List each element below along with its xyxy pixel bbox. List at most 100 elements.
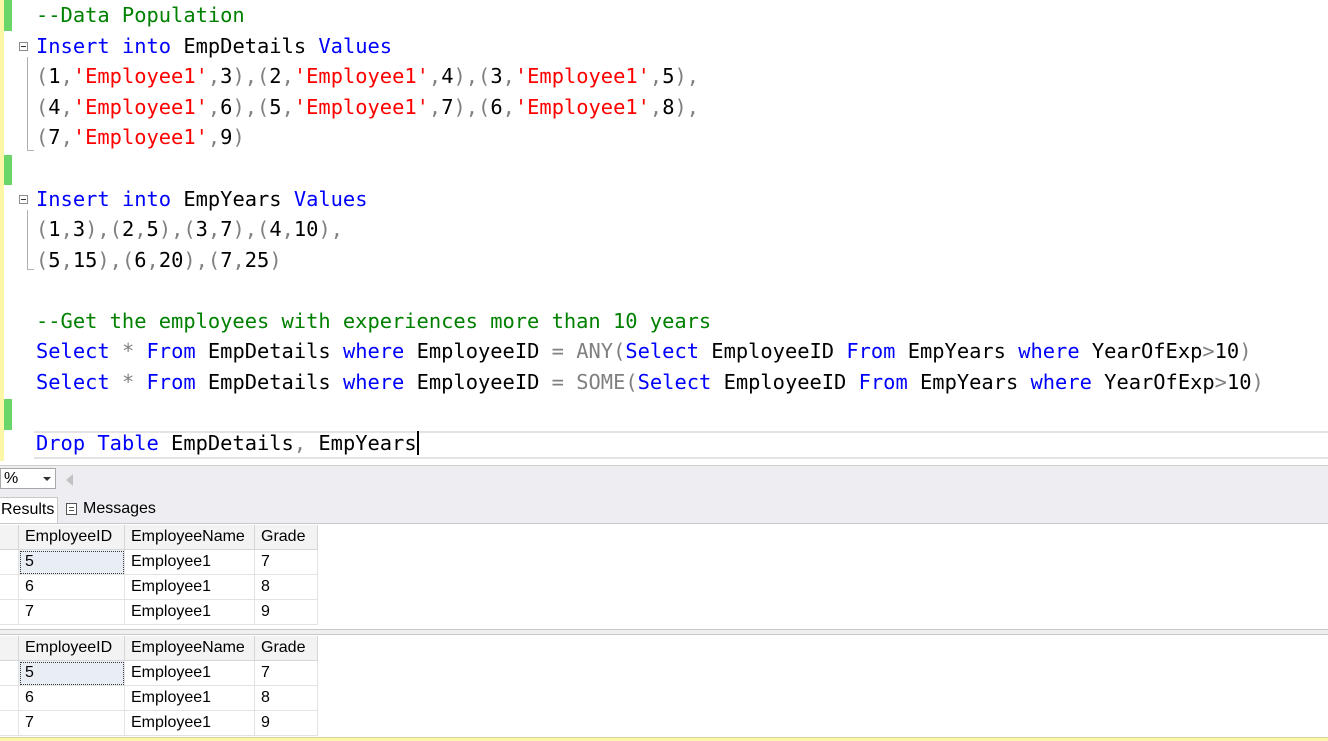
row-header[interactable] <box>0 550 19 575</box>
code-token: EmpYears <box>306 431 417 455</box>
code-token: EmpYears <box>895 339 1019 363</box>
code-token: EmpYears <box>171 187 294 211</box>
grid-cell[interactable]: 5 <box>19 550 125 575</box>
grid-cell[interactable]: Employee1 <box>125 550 255 575</box>
code-token: EmployeeID <box>711 370 859 394</box>
code-token: 5 <box>662 64 675 88</box>
collapse-toggle-icon[interactable] <box>19 42 28 51</box>
grid-cell[interactable]: 7 <box>19 600 125 625</box>
grid-cell[interactable]: 7 <box>19 711 125 736</box>
table-row[interactable]: 5 Employee1 7 <box>0 661 318 686</box>
code-token: into <box>121 34 172 58</box>
column-header-grade[interactable]: Grade <box>255 525 318 550</box>
zoom-bar: % <box>0 465 1328 493</box>
code-line-select-some[interactable]: Select * From EmpDetails where EmployeeI… <box>36 367 1264 397</box>
column-header-employeename[interactable]: EmployeeName <box>125 525 255 550</box>
collapse-toggle-icon[interactable] <box>19 195 28 204</box>
scroll-left-icon[interactable] <box>66 474 73 486</box>
grid-cell[interactable]: Employee1 <box>125 661 255 686</box>
query-editor[interactable]: --Data Population Insert into EmpDetails … <box>0 0 1328 463</box>
code-token: , <box>60 217 73 241</box>
code-line-empdetails-values-3[interactable]: (7,'Employee1',9) <box>36 122 245 152</box>
code-token: , <box>60 248 73 272</box>
code-token: EmpDetails <box>158 431 294 455</box>
zoom-value: % <box>4 470 19 487</box>
table-row[interactable]: 6 Employee1 8 <box>0 575 318 600</box>
code-token: , <box>281 95 294 119</box>
column-header-employeeid[interactable]: EmployeeID <box>19 636 125 661</box>
table-row[interactable]: 7 Employee1 9 <box>0 711 318 736</box>
code-line-comment-data-population[interactable]: --Data Population <box>36 0 245 30</box>
grid-cell[interactable]: 8 <box>255 575 318 600</box>
code-token: , <box>281 217 294 241</box>
grid-cell[interactable]: Employee1 <box>125 575 255 600</box>
messages-icon <box>66 503 77 515</box>
code-token: 5 <box>146 217 159 241</box>
code-line-drop-table[interactable]: Drop Table EmpDetails, EmpYears <box>36 428 419 458</box>
code-token: 3 <box>195 217 208 241</box>
column-header-grade[interactable]: Grade <box>255 636 318 661</box>
code-token: into <box>121 187 172 211</box>
code-line-comment-get-employees[interactable]: --Get the employees with experiences mor… <box>36 306 711 336</box>
code-token: 20 <box>158 248 184 272</box>
zoom-select[interactable]: % <box>0 468 56 489</box>
grid-cell[interactable]: 7 <box>255 550 318 575</box>
code-token: From <box>858 370 908 394</box>
grid-cell[interactable]: 5 <box>19 661 125 686</box>
code-token: > <box>1202 339 1215 363</box>
result-grid-2[interactable]: EmployeeID EmployeeName Grade 5 Employee1 7 6 E… <box>0 635 1328 737</box>
grid-cell[interactable]: 6 <box>19 575 125 600</box>
result-grid-1[interactable]: EmployeeID EmployeeName Grade 5 Employee1 7 6 E… <box>0 524 1328 629</box>
grid-cell[interactable]: 7 <box>255 661 318 686</box>
code-token: 10 <box>293 217 319 241</box>
code-line-insert-empyears[interactable]: Insert into EmpYears Values <box>36 184 368 214</box>
code-token: 4 <box>441 64 454 88</box>
code-line-empdetails-values-1[interactable]: (1,'Employee1',3),(2,'Employee1',4),(3,'… <box>36 61 699 91</box>
code-token: ),( <box>232 217 270 241</box>
table-row[interactable]: 6 Employee1 8 <box>0 686 318 711</box>
table-row[interactable]: 7 Employee1 9 <box>0 600 318 625</box>
code-line-empdetails-values-2[interactable]: (4,'Employee1',6),(5,'Employee1',7),(6,'… <box>36 92 699 122</box>
change-margin <box>0 0 4 461</box>
code-token: SOME( <box>576 370 638 394</box>
grid-cell[interactable]: Employee1 <box>125 600 255 625</box>
grid-cell[interactable]: Employee1 <box>125 686 255 711</box>
chevron-down-icon[interactable] <box>43 477 51 481</box>
row-header[interactable] <box>0 661 19 686</box>
text-caret <box>416 431 419 455</box>
code-line-insert-empdetails[interactable]: Insert into EmpDetails Values <box>36 31 392 61</box>
column-header-employeename[interactable]: EmployeeName <box>125 636 255 661</box>
tab-results[interactable]: Results <box>0 497 58 523</box>
row-header[interactable] <box>0 600 19 625</box>
grid-cell[interactable]: 9 <box>255 600 318 625</box>
code-token: 'Employee1' <box>72 125 208 149</box>
row-header[interactable] <box>0 711 19 736</box>
tab-messages[interactable]: Messages <box>62 497 162 523</box>
code-line-empyears-values-1[interactable]: (1,3),(2,5),(3,7),(4,10), <box>36 214 343 244</box>
results-pane: EmployeeID EmployeeName Grade 5 Employee1 7 6 E… <box>0 524 1328 741</box>
tab-results-label: Results <box>1 501 55 518</box>
grid-corner[interactable] <box>0 636 19 661</box>
grid-cell[interactable]: 8 <box>255 686 318 711</box>
code-token: 7 <box>220 217 233 241</box>
code-token: 1 <box>48 64 61 88</box>
code-token: , <box>207 64 221 88</box>
column-header-employeeid[interactable]: EmployeeID <box>19 525 125 550</box>
row-header[interactable] <box>0 575 19 600</box>
grid-cell[interactable]: Employee1 <box>125 711 255 736</box>
code-token: ),( <box>453 64 491 88</box>
grid-corner[interactable] <box>0 525 19 550</box>
code-line-select-any[interactable]: Select * From EmpDetails where EmployeeI… <box>36 336 1252 366</box>
code-token: , <box>134 217 147 241</box>
grid-cell[interactable]: 9 <box>255 711 318 736</box>
grid-cell[interactable]: 6 <box>19 686 125 711</box>
code-token: , <box>649 95 663 119</box>
code-token: Values <box>318 34 393 58</box>
results-tab-strip: Results Messages <box>0 493 1328 524</box>
table-row[interactable]: 5 Employee1 7 <box>0 550 318 575</box>
code-token: 3 <box>490 64 503 88</box>
row-header[interactable] <box>0 686 19 711</box>
code-line-empyears-values-2[interactable]: (5,15),(6,20),(7,25) <box>36 245 282 275</box>
